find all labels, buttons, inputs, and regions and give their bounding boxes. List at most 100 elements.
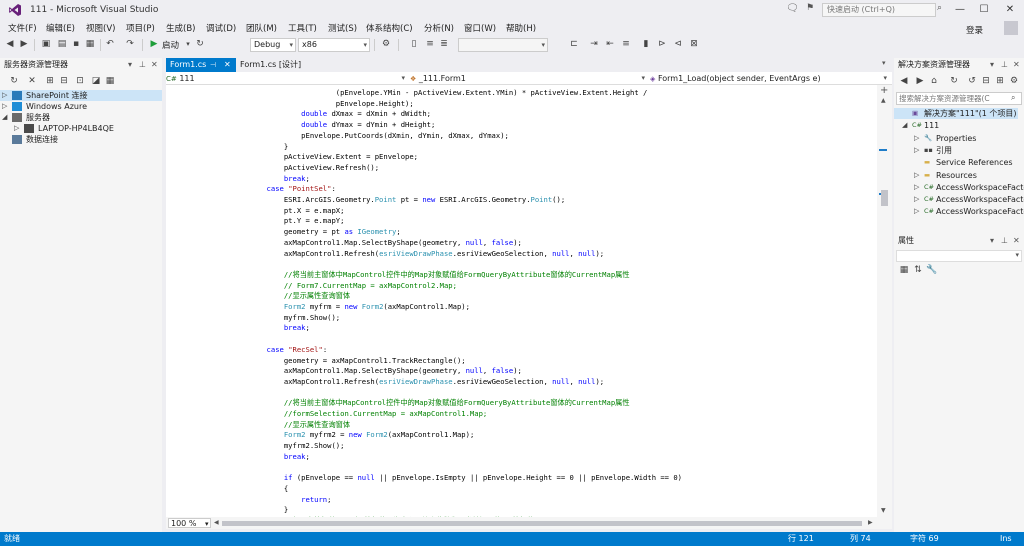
pin-icon[interactable]: ⊥ [139, 58, 146, 72]
server-tree-item[interactable]: ◢ 服务器 [0, 112, 162, 123]
close-icon[interactable]: ✕ [1013, 58, 1020, 72]
save-all-icon[interactable]: ▦ [84, 38, 96, 51]
sync-icon[interactable]: ↻ [948, 75, 960, 88]
show-all-files-icon[interactable]: ⊞ [994, 75, 1006, 88]
quick-launch-input[interactable]: 快速启动 (Ctrl+Q) [822, 3, 936, 17]
properties-icon[interactable]: ⚙ [1008, 75, 1020, 88]
open-file-icon[interactable]: ▤ [56, 38, 68, 51]
align-icon[interactable]: ⊏ [568, 38, 580, 51]
expander-icon[interactable]: ▷ [14, 123, 19, 134]
solution-tree-item[interactable]: ▣ 解决方案"111"(1 个项目) [894, 108, 1018, 119]
tab-form1-designer[interactable]: Form1.cs [设计] [236, 58, 316, 72]
avatar[interactable] [1004, 21, 1018, 35]
notification-flag-icon[interactable]: ⚑ [806, 3, 814, 13]
back-icon[interactable]: ◀ [4, 38, 16, 51]
minimize-button[interactable]: — [948, 2, 972, 18]
wrench-icon[interactable]: 🔧 [926, 264, 938, 277]
azure-icon[interactable]: ◪ [90, 75, 102, 88]
home-icon[interactable]: ⌂ [928, 75, 940, 88]
expander-icon[interactable]: ▷ [914, 133, 919, 144]
scrollbar-thumb[interactable] [222, 521, 862, 526]
menu-item[interactable]: 调试(D) [206, 22, 236, 34]
refresh-icon[interactable]: ↻ [8, 75, 20, 88]
pin-icon[interactable]: ⊥ [1001, 58, 1008, 72]
properties-object-dropdown[interactable]: ▾ [896, 250, 1022, 262]
forward-icon[interactable]: ▶ [914, 75, 926, 88]
save-icon[interactable]: ▪ [70, 38, 82, 51]
solution-config-icon[interactable]: ⚙ [380, 38, 392, 51]
alphabetical-icon[interactable]: ⇅ [912, 264, 924, 277]
menu-item[interactable]: 编辑(E) [46, 22, 75, 34]
solution-tree-item[interactable]: ▬ Service References [894, 157, 1018, 168]
find-dropdown[interactable]: ▾ [458, 38, 548, 52]
menu-item[interactable]: 分析(N) [424, 22, 454, 34]
close-button[interactable]: ✕ [998, 2, 1022, 18]
server-tree-item[interactable]: ▷ LAPTOP-HP4LB4QE [0, 123, 162, 134]
expander-icon[interactable]: ▷ [914, 145, 919, 156]
file-icon[interactable]: ▯ [408, 38, 420, 51]
solution-tree-item[interactable]: ▷ C#AccessWorkspaceFactory [894, 206, 1024, 217]
server-tree-item[interactable]: ▷ SharePoint 连接 [0, 90, 162, 101]
scrollbar-thumb[interactable] [881, 190, 888, 206]
feedback-icon[interactable]: 🗨 [786, 3, 799, 14]
chevron-down-icon[interactable]: ▾ [990, 234, 994, 248]
solution-tree-item[interactable]: ▷ C#AccessWorkspaceFactory [894, 194, 1024, 205]
menu-item[interactable]: 帮助(H) [506, 22, 536, 34]
project-dropdown[interactable]: C# 111 ▾ [166, 73, 408, 84]
menu-item[interactable]: 体系结构(C) [366, 22, 413, 34]
next-bookmark-icon[interactable]: ⊳ [656, 38, 668, 51]
categorized-icon[interactable]: ▦ [898, 264, 910, 277]
expander-icon[interactable]: ▷ [914, 194, 919, 205]
redo-icon[interactable]: ↷ [124, 38, 136, 51]
platform-dropdown[interactable]: x86 ▾ [298, 38, 370, 52]
close-icon[interactable]: ✕ [224, 58, 231, 72]
tab-form1-cs[interactable]: Form1.cs ⊣ ✕ [166, 58, 236, 72]
server-tree-item[interactable]: 数据连接 [0, 134, 162, 145]
new-project-icon[interactable]: ▣ [40, 38, 52, 51]
undo-icon[interactable]: ↶ [104, 38, 116, 51]
class-dropdown[interactable]: ❖ _111.Form1 ▾ [410, 73, 648, 84]
solution-tree-item[interactable]: ▷ C#AccessWorkspaceFactory [894, 182, 1024, 193]
connect-server-icon[interactable]: ⊟ [58, 75, 70, 88]
start-debug-icon[interactable]: ▶ [148, 38, 160, 51]
editor-horizontal-scrollbar[interactable]: 100 % ▾ ◀ ▶ [166, 517, 892, 529]
back-icon[interactable]: ◀ [898, 75, 910, 88]
server-tree-item[interactable]: ▷ Windows Azure [0, 101, 162, 112]
chevron-down-icon[interactable]: ▾ [990, 58, 994, 72]
start-button-label[interactable]: 启动 [162, 39, 179, 51]
close-icon[interactable]: ✕ [151, 58, 158, 72]
prev-bookmark-icon[interactable]: ⊲ [672, 38, 684, 51]
solution-tree-item[interactable]: ◢ C# 111 [894, 120, 1018, 131]
format-icon[interactable]: ≡ [620, 38, 632, 51]
bookmark-icon[interactable]: ▮ [640, 38, 652, 51]
chevron-down-icon[interactable]: ▾ [182, 38, 194, 51]
close-icon[interactable]: ✕ [1013, 234, 1020, 248]
expander-icon[interactable]: ▷ [914, 206, 919, 217]
pin-icon[interactable]: ⊣ [210, 58, 216, 72]
indent-icon[interactable]: ⇥ [588, 38, 600, 51]
expander-icon[interactable]: ◢ [2, 112, 7, 123]
menu-item[interactable]: 文件(F) [8, 22, 37, 34]
chevron-down-icon[interactable]: ▾ [882, 59, 886, 67]
expander-icon[interactable]: ◢ [902, 120, 907, 131]
member-dropdown[interactable]: ◈ Form1_Load(object sender, EventArgs e)… [650, 73, 890, 84]
scroll-down-icon[interactable]: ▼ [881, 507, 886, 514]
expander-icon[interactable]: ▷ [2, 101, 7, 112]
properties-icon[interactable]: ▦ [104, 75, 116, 88]
clear-bookmarks-icon[interactable]: ⊠ [688, 38, 700, 51]
outdent-icon[interactable]: ⇤ [604, 38, 616, 51]
scroll-left-icon[interactable]: ◀ [214, 519, 219, 526]
menu-item[interactable]: 测试(S) [328, 22, 357, 34]
maximize-button[interactable]: ☐ [972, 2, 996, 18]
refresh-icon[interactable]: ↺ [966, 75, 978, 88]
split-icon[interactable]: + [880, 85, 888, 96]
scroll-right-icon[interactable]: ▶ [868, 519, 873, 526]
refresh-icon[interactable]: ↻ [194, 38, 206, 51]
expander-icon[interactable]: ▷ [2, 90, 7, 101]
solution-tree-item[interactable]: ▷ ▬ Resources [894, 170, 1018, 181]
sign-in-link[interactable]: 登录 [966, 24, 983, 36]
solution-tree-item[interactable]: ▷ 🔧 Properties [894, 133, 1018, 144]
connect-sharepoint-icon[interactable]: ⊡ [74, 75, 86, 88]
menu-item[interactable]: 生成(B) [166, 22, 195, 34]
menu-item[interactable]: 窗口(W) [464, 22, 496, 34]
